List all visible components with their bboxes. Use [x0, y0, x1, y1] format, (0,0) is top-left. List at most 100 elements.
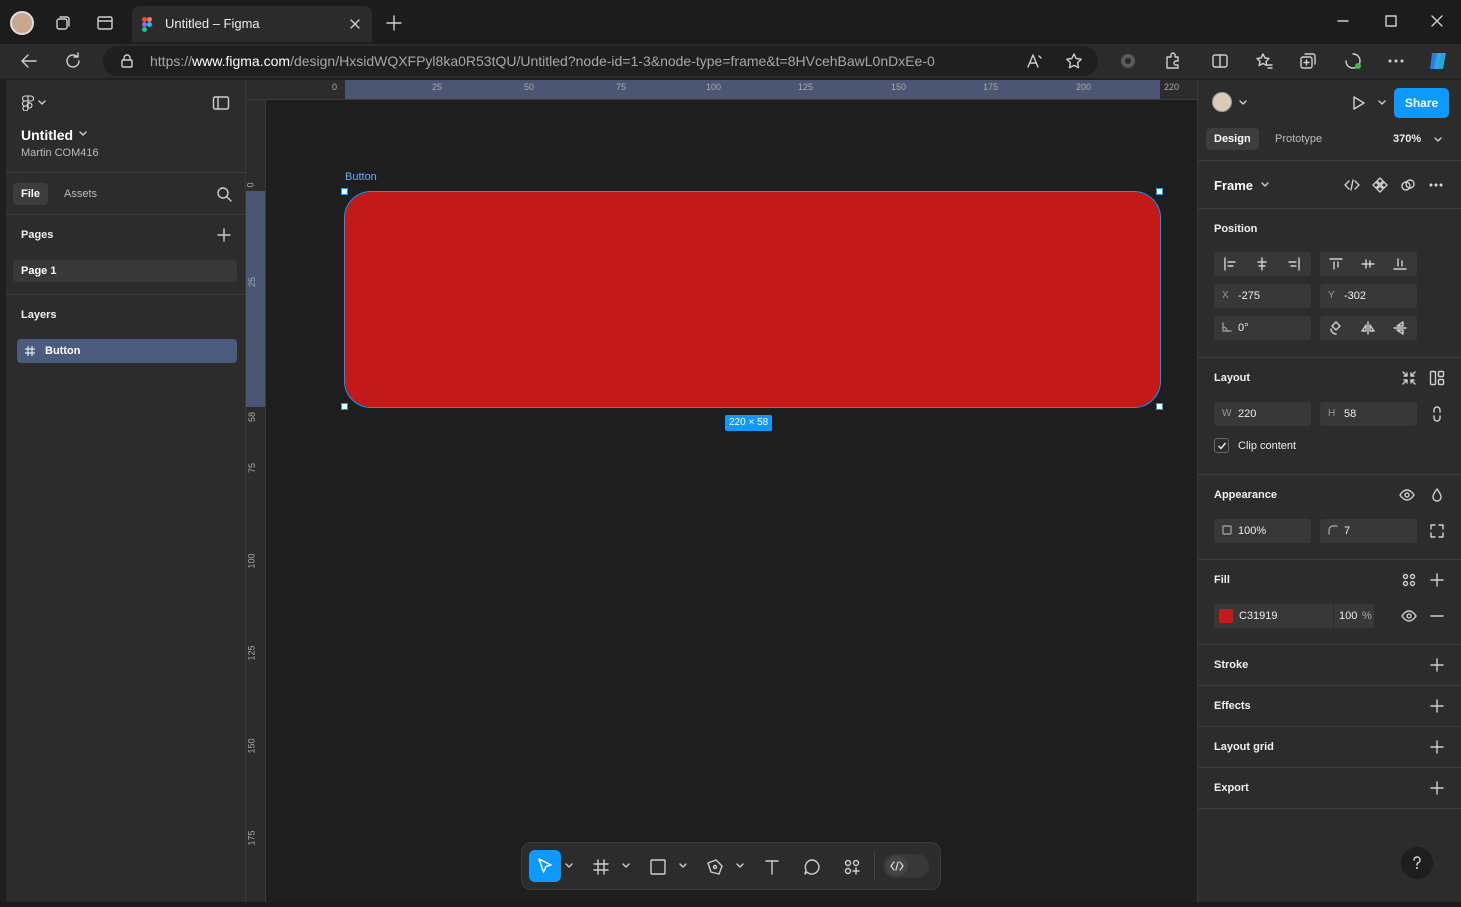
- frame-tool-button[interactable]: [592, 858, 610, 876]
- align-left-icon[interactable]: [1216, 252, 1244, 276]
- file-name[interactable]: Untitled: [21, 127, 73, 143]
- add-layout-grid-icon[interactable]: [1429, 739, 1445, 755]
- pen-tool-chevron-icon[interactable]: [736, 863, 744, 869]
- more-icon[interactable]: [1428, 177, 1444, 193]
- selection-handle[interactable]: [1156, 188, 1163, 195]
- flip-horizontal-icon[interactable]: [1354, 316, 1382, 340]
- add-fill-icon[interactable]: [1429, 572, 1445, 588]
- tab-prototype[interactable]: Prototype: [1275, 133, 1322, 145]
- resize-to-fit-icon[interactable]: [1401, 370, 1417, 386]
- actions-tool-button[interactable]: [843, 858, 861, 876]
- styles-icon[interactable]: [1401, 572, 1417, 588]
- selection-handle[interactable]: [341, 403, 348, 410]
- width-field[interactable]: W 220: [1214, 402, 1311, 426]
- rectangle-tool-button[interactable]: [649, 858, 667, 876]
- add-favorite-icon[interactable]: [1065, 52, 1083, 70]
- selection-handle[interactable]: [1156, 403, 1163, 410]
- move-tool-chevron-icon[interactable]: [565, 863, 573, 869]
- tab-assets[interactable]: Assets: [64, 188, 97, 200]
- tab-actions-icon[interactable]: [96, 14, 114, 32]
- page-item[interactable]: Page 1: [13, 260, 237, 282]
- shape-tool-chevron-icon[interactable]: [679, 863, 687, 869]
- browser-tab[interactable]: Untitled – Figma: [132, 6, 372, 42]
- height-field[interactable]: H 58: [1320, 402, 1417, 426]
- new-tab-icon[interactable]: [385, 14, 403, 32]
- tab-design[interactable]: Design: [1206, 128, 1259, 150]
- visibility-icon[interactable]: [1399, 487, 1415, 503]
- corner-radius-field[interactable]: 7: [1320, 519, 1417, 543]
- share-button[interactable]: Share: [1394, 88, 1449, 118]
- present-icon[interactable]: [1350, 95, 1366, 111]
- button-frame[interactable]: [344, 191, 1161, 408]
- zoom-level[interactable]: 370%: [1393, 133, 1421, 145]
- dev-mode-toggle[interactable]: [883, 854, 929, 878]
- refresh-icon[interactable]: [63, 51, 83, 71]
- selection-handle[interactable]: [341, 188, 348, 195]
- split-screen-icon[interactable]: [1210, 51, 1230, 71]
- canvas[interactable]: 0 25 50 75 100 125 150 175 200 220 0 25 …: [246, 80, 1197, 902]
- profile-avatar[interactable]: [10, 11, 34, 35]
- align-center-horizontal-icon[interactable]: [1248, 252, 1276, 276]
- user-avatar[interactable]: [1212, 92, 1232, 112]
- code-icon[interactable]: [1344, 177, 1360, 193]
- more-options-icon[interactable]: [1386, 51, 1406, 71]
- blend-mode-icon[interactable]: [1429, 487, 1445, 503]
- x-position-field[interactable]: X -275: [1214, 284, 1311, 308]
- text-tool-button[interactable]: [763, 858, 781, 876]
- layer-item[interactable]: Button: [17, 339, 237, 363]
- align-right-icon[interactable]: [1280, 252, 1308, 276]
- add-effect-icon[interactable]: [1429, 698, 1445, 714]
- zoom-chevron-icon[interactable]: [1434, 137, 1442, 143]
- workspaces-icon[interactable]: [54, 14, 72, 32]
- present-chevron-icon[interactable]: [1378, 100, 1386, 106]
- file-name-chevron-icon[interactable]: [79, 131, 87, 137]
- toggle-sidebar-icon[interactable]: [212, 95, 230, 111]
- back-icon[interactable]: [19, 51, 39, 71]
- opacity-field[interactable]: 100%: [1214, 519, 1311, 543]
- close-tab-icon[interactable]: [348, 17, 362, 31]
- y-position-field[interactable]: Y -302: [1320, 284, 1417, 308]
- frame-type-dropdown[interactable]: Frame: [1214, 178, 1253, 193]
- favorites-icon[interactable]: [1254, 51, 1274, 71]
- independent-corners-icon[interactable]: [1429, 523, 1445, 539]
- search-icon[interactable]: [216, 186, 232, 202]
- maximize-icon[interactable]: [1384, 14, 1398, 28]
- component-icon[interactable]: [1372, 177, 1388, 193]
- auto-layout-icon[interactable]: [1429, 370, 1445, 386]
- add-stroke-icon[interactable]: [1429, 657, 1445, 673]
- fill-color-field[interactable]: C31919 100 %: [1214, 604, 1374, 628]
- collections-icon[interactable]: [1298, 51, 1318, 71]
- remove-fill-icon[interactable]: [1429, 608, 1445, 624]
- clip-content-checkbox[interactable]: [1214, 438, 1229, 453]
- rotation-field[interactable]: 0°: [1214, 316, 1311, 340]
- frame-type-chevron-icon[interactable]: [1261, 182, 1269, 188]
- align-top-icon[interactable]: [1322, 252, 1350, 276]
- align-middle-icon[interactable]: [1354, 252, 1382, 276]
- frame-tool-chevron-icon[interactable]: [622, 863, 630, 869]
- add-export-icon[interactable]: [1429, 780, 1445, 796]
- copilot-icon[interactable]: [1426, 49, 1450, 73]
- extensions-icon[interactable]: [1162, 51, 1182, 71]
- flip-vertical-icon[interactable]: [1386, 316, 1414, 340]
- comment-tool-button[interactable]: [803, 858, 821, 876]
- boolean-icon[interactable]: [1400, 177, 1416, 193]
- rotate-icon[interactable]: [1322, 316, 1350, 340]
- fill-color-swatch[interactable]: [1219, 609, 1233, 623]
- fill-visibility-icon[interactable]: [1401, 608, 1417, 624]
- user-menu-chevron-icon[interactable]: [1239, 100, 1247, 106]
- constrain-proportions-icon[interactable]: [1429, 406, 1445, 422]
- main-menu-button[interactable]: [22, 95, 46, 111]
- close-window-icon[interactable]: [1430, 14, 1444, 28]
- frame-label[interactable]: Button: [345, 171, 377, 183]
- tab-file[interactable]: File: [13, 183, 48, 205]
- align-bottom-icon[interactable]: [1386, 252, 1414, 276]
- shield-extension-icon[interactable]: [1118, 51, 1138, 71]
- move-tool-button[interactable]: [529, 850, 561, 882]
- pen-tool-button[interactable]: [706, 858, 724, 876]
- browser-essentials-icon[interactable]: [1343, 51, 1363, 71]
- add-page-icon[interactable]: [216, 227, 232, 243]
- minimize-icon[interactable]: [1336, 14, 1350, 28]
- address-bar[interactable]: https://www.figma.com/design/HxsidWQXFPy…: [103, 46, 1098, 76]
- read-aloud-icon[interactable]: [1025, 52, 1043, 70]
- help-button[interactable]: [1401, 847, 1433, 879]
